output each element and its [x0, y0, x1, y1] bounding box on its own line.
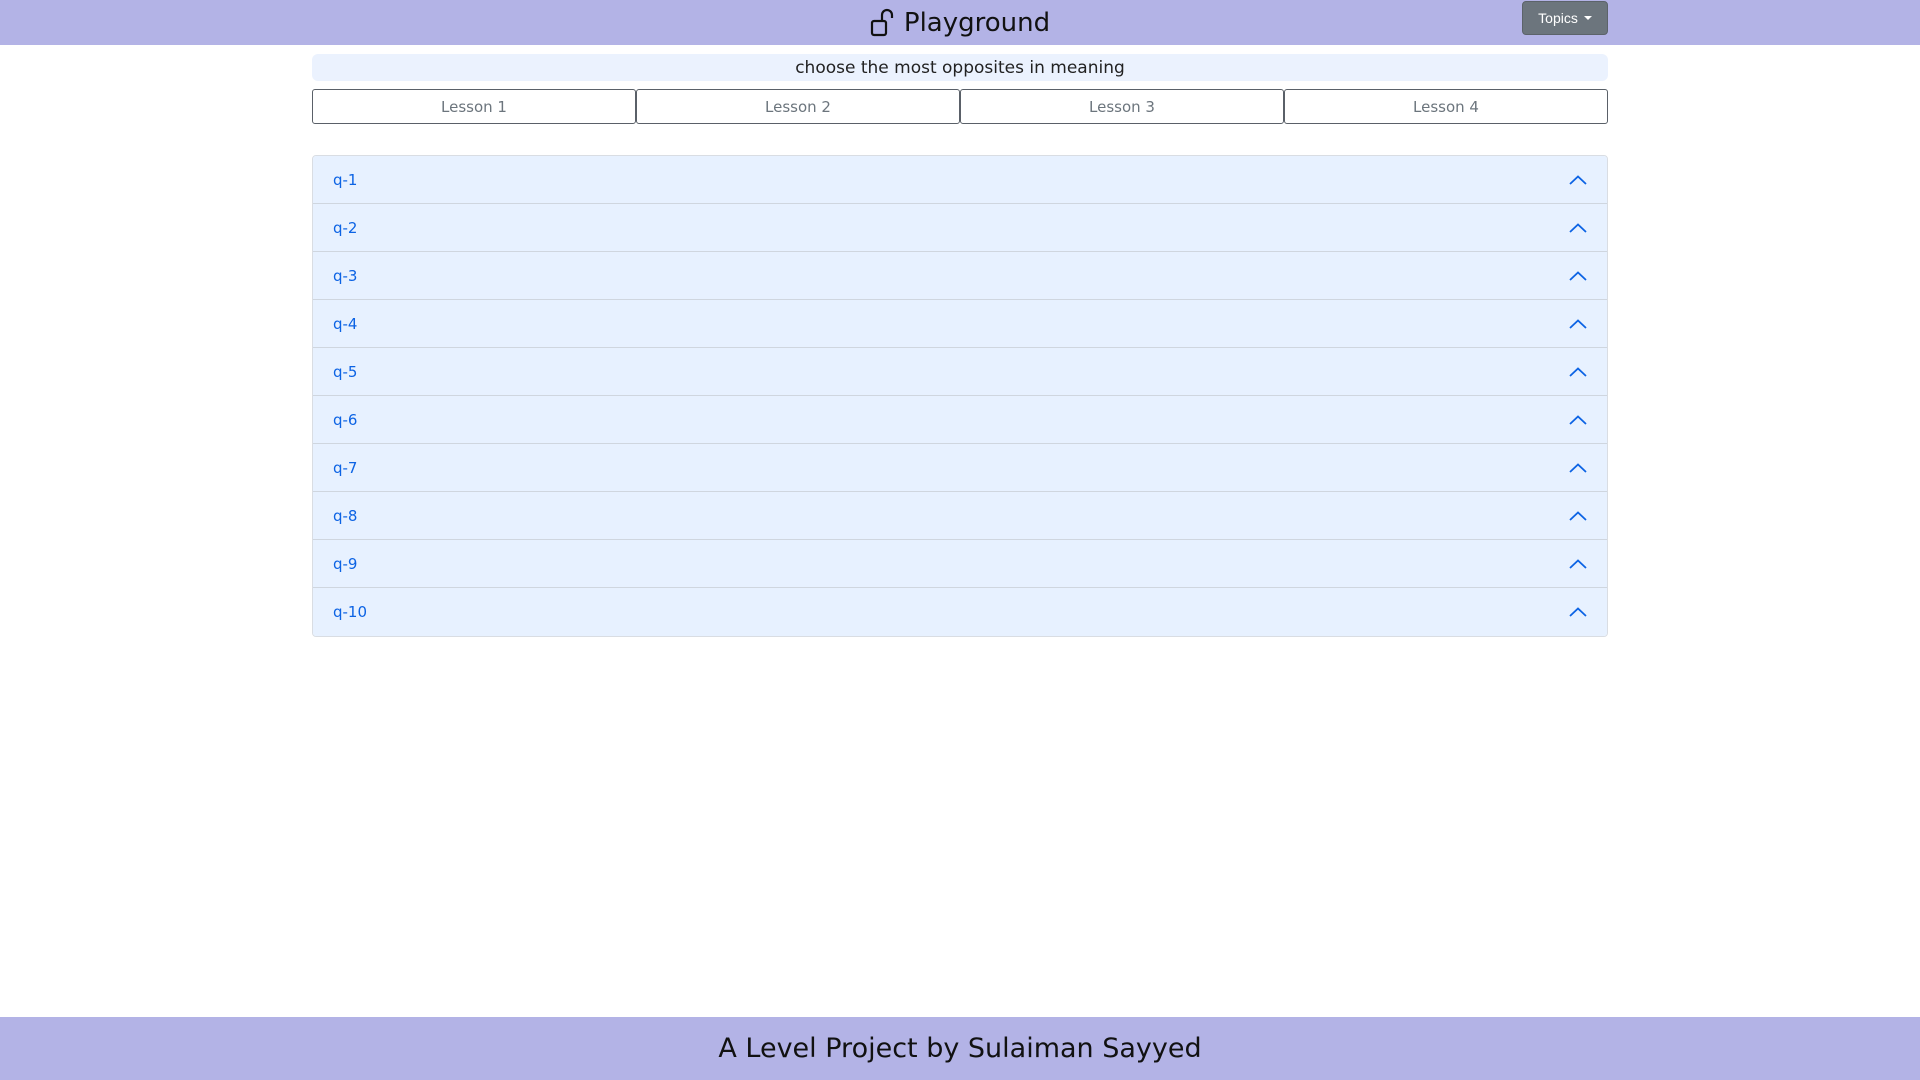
topics-dropdown-button[interactable]: Topics — [1522, 1, 1608, 35]
lesson-tabs: Lesson 1 Lesson 2 Lesson 3 Lesson 4 — [312, 89, 1608, 124]
chevron-up-icon — [1569, 174, 1587, 185]
accordion-item-label: q-9 — [333, 554, 358, 573]
accordion-item-label: q-6 — [333, 410, 358, 429]
accordion-item-q-6[interactable]: q-6 — [313, 396, 1607, 444]
accordion-item-label: q-2 — [333, 218, 358, 237]
accordion-item-label: q-4 — [333, 314, 358, 333]
accordion-item-q-10[interactable]: q-10 — [313, 588, 1607, 636]
chevron-up-icon — [1569, 607, 1587, 617]
brand[interactable]: Playground — [0, 0, 1920, 45]
questions-accordion: q-1 q-2 q-3 q-4 q-5 q-6 q-7 q-8 q-9 q-10 — [312, 155, 1608, 637]
lesson-1-button[interactable]: Lesson 1 — [312, 89, 636, 124]
accordion-item-q-7[interactable]: q-7 — [313, 444, 1607, 492]
lesson-3-button[interactable]: Lesson 3 — [960, 89, 1284, 124]
accordion-item-label: q-3 — [333, 266, 358, 285]
chevron-up-icon — [1569, 414, 1587, 425]
chevron-up-icon — [1569, 510, 1587, 521]
topics-button-label: Topics — [1538, 10, 1578, 26]
accordion-item-label: q-8 — [333, 506, 358, 525]
footer-text: A Level Project by Sulaiman Sayyed — [718, 1033, 1202, 1064]
chevron-up-icon — [1569, 558, 1587, 569]
accordion-item-q-2[interactable]: q-2 — [313, 204, 1607, 252]
accordion-item-label: q-1 — [333, 170, 358, 189]
chevron-up-icon — [1569, 222, 1587, 233]
chevron-up-icon — [1569, 318, 1587, 329]
chevron-up-icon — [1569, 270, 1587, 281]
accordion-item-label: q-5 — [333, 362, 358, 381]
caret-down-icon — [1583, 16, 1592, 20]
top-navbar: Playground Topics — [0, 0, 1920, 45]
brand-title: Playground — [903, 7, 1051, 38]
accordion-item-q-1[interactable]: q-1 — [313, 156, 1607, 204]
accordion-item-q-3[interactable]: q-3 — [313, 252, 1607, 300]
instruction-banner: choose the most opposites in meaning — [312, 54, 1608, 81]
lesson-4-button[interactable]: Lesson 4 — [1284, 89, 1608, 124]
footer: A Level Project by Sulaiman Sayyed — [0, 1017, 1920, 1080]
accordion-item-q-9[interactable]: q-9 — [313, 540, 1607, 588]
unlock-icon — [870, 8, 896, 38]
accordion-item-label: q-10 — [333, 603, 368, 621]
lesson-2-button[interactable]: Lesson 2 — [636, 89, 960, 124]
chevron-up-icon — [1569, 366, 1587, 377]
instruction-text: choose the most opposites in meaning — [795, 57, 1125, 78]
chevron-up-icon — [1569, 462, 1587, 473]
accordion-item-q-5[interactable]: q-5 — [313, 348, 1607, 396]
accordion-item-label: q-7 — [333, 458, 358, 477]
accordion-item-q-8[interactable]: q-8 — [313, 492, 1607, 540]
accordion-item-q-4[interactable]: q-4 — [313, 300, 1607, 348]
